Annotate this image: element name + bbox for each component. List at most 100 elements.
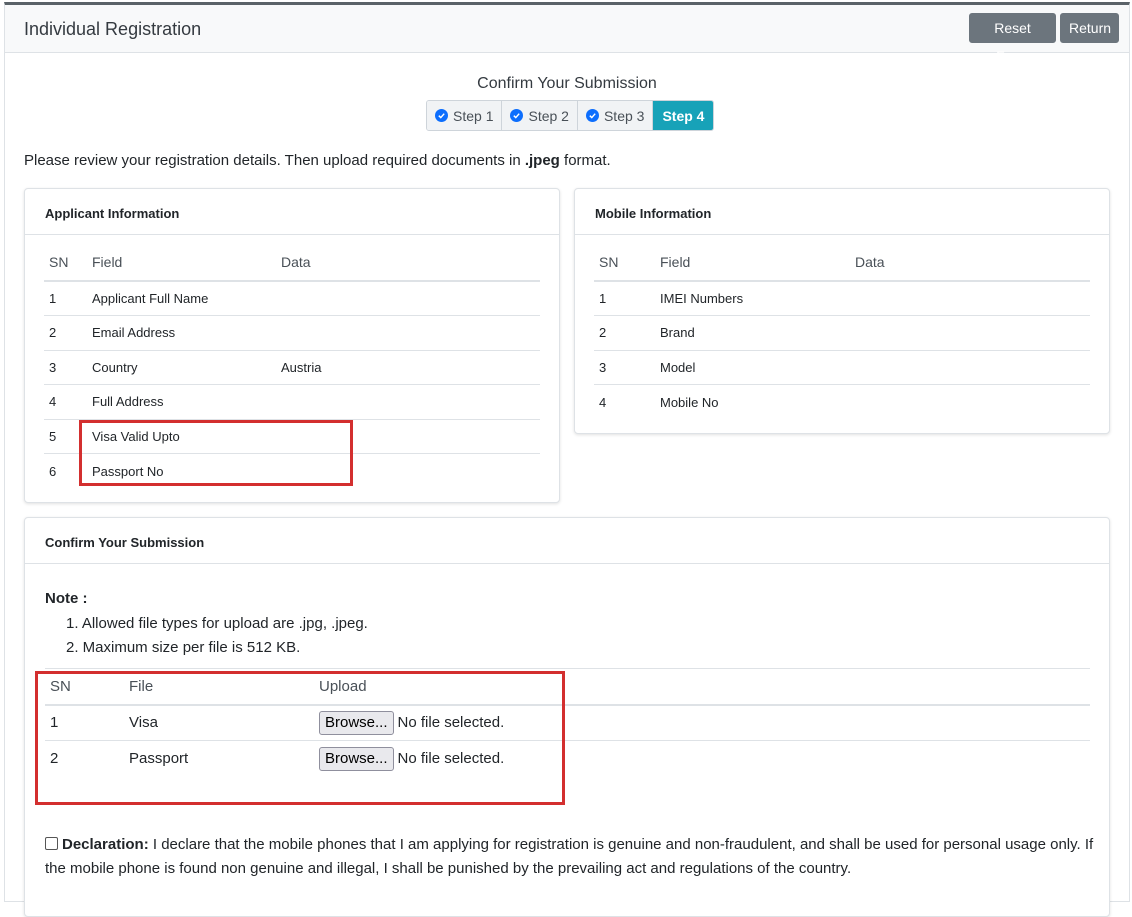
cell-sn: 3	[44, 350, 87, 385]
card-title: Mobile Information	[575, 189, 1109, 235]
cell-data	[276, 454, 540, 489]
declaration-checkbox[interactable]	[45, 837, 58, 850]
cell-data	[276, 315, 540, 351]
column-header: Field	[655, 244, 850, 282]
applicant-info-card: Applicant Information SN Field Data 1 Ap…	[24, 188, 560, 503]
cell-field: Country	[87, 350, 276, 385]
instructions-suffix: format.	[559, 152, 611, 169]
file-status: No file selected.	[397, 750, 505, 768]
table-row: 3 Country Austria	[44, 350, 540, 385]
cell-sn: 4	[599, 394, 607, 410]
table-row: 5 Visa Valid Upto	[44, 419, 540, 454]
declaration: Declaration: I declare that the mobile p…	[45, 833, 1095, 881]
table-row: 1 IMEI Numbers	[594, 281, 1090, 316]
cell-sn: 4	[44, 384, 87, 420]
upload-cell: Browse... No file selected.	[314, 741, 1090, 777]
cell-file: Visa	[124, 704, 314, 741]
upload-cell: Browse... No file selected.	[314, 704, 1090, 741]
cell-data	[850, 350, 1090, 385]
cell-data: Austria	[276, 350, 540, 385]
note-list: 1. Allowed file types for upload are .jp…	[66, 612, 368, 660]
declaration-label: Declaration:	[62, 836, 149, 853]
cell-data	[850, 315, 1090, 351]
step-2-tab[interactable]: Step 2	[502, 101, 578, 130]
step-1-tab[interactable]: Step 1	[427, 101, 503, 130]
table-row: 1 Visa Browse... No file selected.	[45, 704, 1090, 741]
table-row: 1 Applicant Full Name	[44, 281, 540, 316]
column-header: SN	[594, 244, 655, 282]
column-header: Data	[850, 244, 1090, 282]
column-header: Upload	[314, 668, 1090, 706]
check-circle-icon	[585, 109, 599, 122]
note-title: Note :	[45, 590, 88, 607]
table-row: 4 Mobile No	[594, 385, 1090, 420]
return-button[interactable]: Return	[1060, 13, 1119, 43]
applicant-table: SN Field Data 1 Applicant Full Name 2 Em…	[44, 244, 540, 488]
page-header: Individual Registration Reset Form Retur…	[5, 5, 1129, 64]
cell-data	[850, 281, 1090, 316]
cell-field: Email Address	[87, 315, 276, 351]
table-row: 3 Model	[594, 350, 1090, 385]
cell-sn: 2	[594, 315, 655, 351]
page-title: Individual Registration	[24, 19, 202, 39]
cell-sn: 6	[49, 463, 57, 479]
file-status: No file selected.	[397, 714, 505, 732]
wizard-steps: Step 1 Step 2 Step 3 Step 4	[426, 100, 715, 131]
cell-field: IMEI Numbers	[655, 281, 850, 316]
step-label: Step 4	[662, 107, 705, 124]
instructions-format: .jpeg	[524, 152, 560, 169]
cell-sn: 5	[44, 419, 87, 454]
instructions-text: Please review your registration details.…	[24, 152, 611, 169]
check-circle-icon	[510, 109, 524, 122]
registration-window: Individual Registration Reset Form Retur…	[4, 2, 1130, 917]
wizard-heading: Confirm Your Submission	[477, 75, 657, 92]
cell-field: Model	[655, 350, 850, 385]
step-label: Step 1	[453, 107, 494, 124]
note-item: 1. Allowed file types for upload are .jp…	[66, 615, 368, 632]
mobile-table: SN Field Data 1 IMEI Numbers 2 Brand 3 M…	[594, 244, 1090, 419]
card-title: Confirm Your Submission	[25, 518, 1109, 564]
cell-field: Full Address	[87, 384, 276, 420]
cell-sn: 3	[594, 350, 655, 385]
step-label: Step 2	[528, 107, 569, 124]
column-header: SN	[44, 244, 87, 282]
table-row: 6 Passport No	[44, 454, 540, 489]
cell-field: Visa Valid Upto	[87, 419, 276, 454]
step-label: Step 3	[603, 107, 645, 124]
declaration-text: I declare that the mobile phones that I …	[45, 836, 1094, 877]
visa-browse-button[interactable]: Browse...	[319, 710, 394, 735]
column-header: Field	[87, 244, 276, 282]
table-row: 2 Email Address	[44, 315, 540, 351]
cell-data	[276, 384, 540, 420]
cell-field: Passport No	[92, 463, 164, 479]
cell-field: Applicant Full Name	[87, 281, 276, 316]
passport-browse-button[interactable]: Browse...	[319, 746, 394, 771]
note-item: 2. Maximum size per file is 512 KB.	[66, 639, 301, 656]
cell-data	[276, 419, 540, 454]
cell-field: Mobile No	[660, 394, 719, 410]
cell-data	[850, 385, 1090, 420]
table-row: 2 Brand	[594, 315, 1090, 351]
instructions-prefix: Please review your registration details.…	[24, 152, 525, 169]
table-row: 2 Passport Browse... No file selected.	[45, 741, 1090, 777]
cell-field: Brand	[655, 315, 850, 351]
reset-form-button[interactable]: Reset Form	[969, 13, 1056, 64]
submission-card: Confirm Your Submission Note : 1. Allowe…	[24, 517, 1110, 917]
cell-sn: 1	[45, 704, 124, 741]
column-header: File	[124, 668, 314, 706]
mobile-info-card: Mobile Information SN Field Data 1 IMEI …	[574, 188, 1110, 434]
check-circle-icon	[435, 109, 448, 122]
step-4-tab[interactable]: Step 4	[653, 101, 714, 130]
upload-table: SN File Upload 1 Visa Browse... No file s…	[45, 668, 1090, 777]
cell-sn: 1	[594, 281, 655, 316]
card-title: Applicant Information	[25, 189, 559, 235]
cell-sn: 2	[44, 315, 87, 351]
column-header: SN	[45, 668, 124, 706]
table-row: 4 Full Address	[44, 384, 540, 420]
column-header: Data	[276, 244, 540, 282]
cell-sn: 1	[44, 281, 87, 316]
cell-file: Passport	[129, 750, 189, 768]
cell-data	[276, 281, 540, 316]
cell-sn: 2	[50, 750, 59, 768]
step-3-tab[interactable]: Step 3	[577, 101, 654, 130]
